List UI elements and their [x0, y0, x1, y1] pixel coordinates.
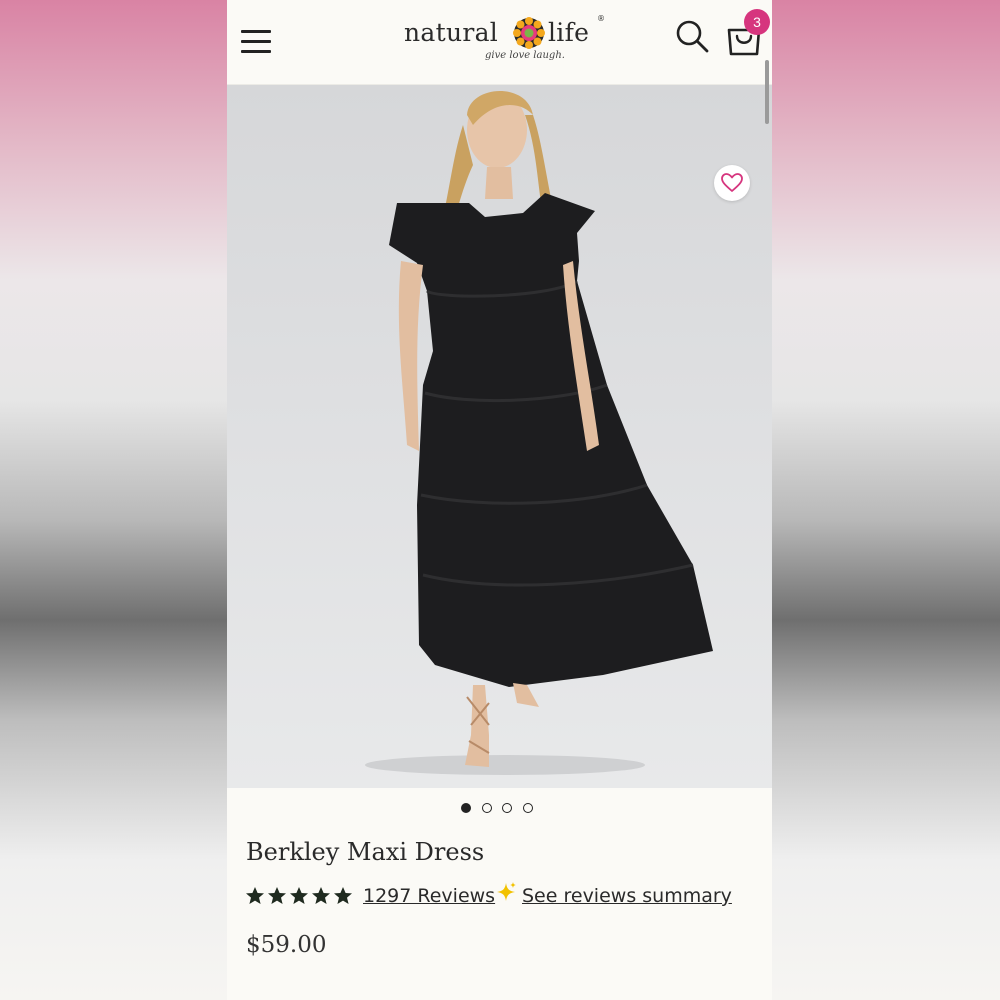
carousel-dot-1[interactable]	[461, 803, 471, 813]
model-in-black-dress-photo	[365, 90, 713, 775]
star-icon	[246, 887, 264, 904]
blurred-background-left	[0, 0, 227, 1000]
blurred-background-right	[772, 0, 1000, 1000]
star-icon	[268, 887, 286, 904]
logo-tagline: give love laugh.	[485, 50, 565, 61]
carousel-dot-2[interactable]	[482, 803, 492, 813]
logo-text-left: natural	[404, 18, 499, 47]
heart-outline-icon	[721, 173, 743, 192]
carousel-dot-4[interactable]	[523, 803, 533, 813]
favorite-button[interactable]	[714, 165, 750, 201]
logo-text-right: life	[548, 18, 590, 47]
reviews-summary-link[interactable]: See reviews summary	[522, 885, 732, 907]
screen: natural life ® give love laugh. 3 Berkle…	[0, 0, 1000, 1000]
sparkle-icon	[497, 882, 516, 901]
site-header: natural life ® give love laugh. 3	[227, 0, 772, 85]
image-carousel-dots	[461, 803, 541, 815]
product-title: Berkley Maxi Dress	[246, 838, 485, 866]
scrollbar[interactable]	[765, 60, 769, 124]
rating-row: 1297 Reviews See reviews summary	[245, 882, 765, 912]
carousel-dot-3[interactable]	[502, 803, 512, 813]
star-icon	[334, 887, 352, 904]
star-icon	[290, 887, 308, 904]
mobile-page: natural life ® give love laugh. 3 Berkle…	[227, 0, 772, 1000]
cart-count-badge[interactable]: 3	[744, 9, 770, 35]
product-image[interactable]	[227, 85, 772, 788]
reviews-count-link[interactable]: 1297 Reviews	[363, 885, 495, 907]
hamburger-menu-icon[interactable]	[241, 28, 273, 54]
brand-logo[interactable]: natural life ® give love laugh.	[402, 8, 612, 70]
registered-mark: ®	[597, 14, 605, 23]
flower-logo-icon	[513, 17, 545, 49]
search-icon[interactable]	[674, 18, 710, 54]
star-icon	[312, 887, 330, 904]
product-price: $59.00	[246, 932, 327, 958]
